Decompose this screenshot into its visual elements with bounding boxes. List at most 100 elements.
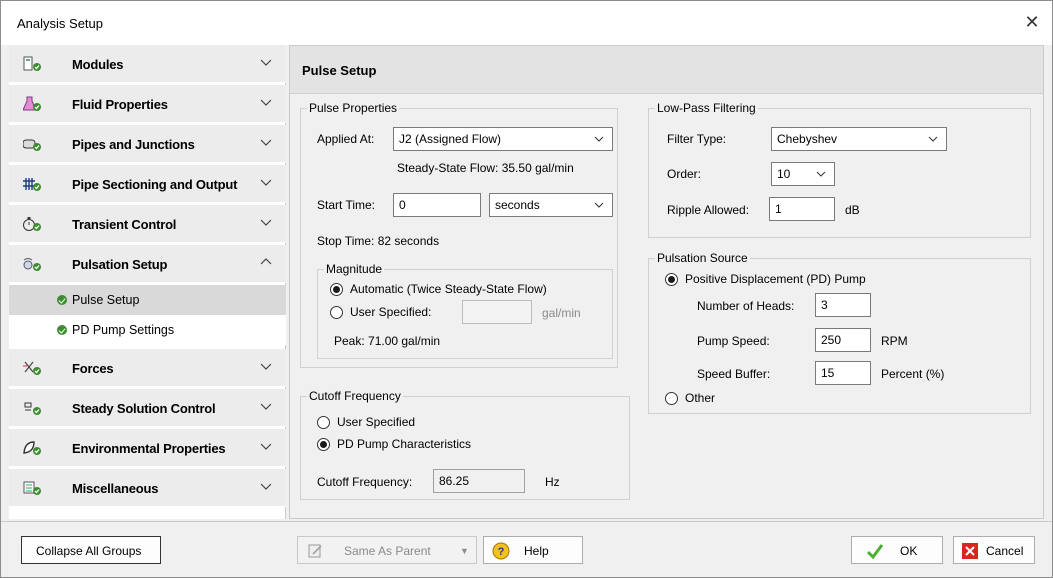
- magnitude-input[interactable]: [462, 300, 532, 324]
- sidebar-group-label: Pipes and Junctions: [72, 137, 195, 152]
- cutoff-frequency-unit: Hz: [545, 475, 560, 489]
- order-value: 10: [777, 167, 791, 181]
- sidebar-group-pulsation-setup[interactable]: Pulsation Setup: [9, 245, 286, 283]
- leaf-icon: [23, 441, 41, 455]
- sidebar-group-label: Fluid Properties: [72, 97, 168, 112]
- filter-type-select[interactable]: Chebyshev: [771, 127, 947, 151]
- forces-icon: [23, 361, 41, 375]
- checkmark-icon: [866, 544, 884, 560]
- analysis-setup-window: Analysis Setup ✕ Modules Fluid Propertie…: [0, 0, 1053, 578]
- user-specified-radio[interactable]: [330, 306, 343, 319]
- chevron-up-icon: [260, 258, 272, 265]
- filter-type-label: Filter Type:: [667, 132, 727, 146]
- help-icon: ?: [492, 542, 510, 560]
- chevron-down-icon: [260, 139, 272, 146]
- number-of-heads-input[interactable]: 3: [815, 293, 871, 317]
- pulsation-icon: [23, 258, 41, 271]
- edit-icon: [308, 544, 322, 558]
- chevron-down-icon: [260, 403, 272, 410]
- group-legend: Pulse Properties: [307, 101, 400, 115]
- pump-speed-label: Pump Speed:: [697, 334, 770, 348]
- ripple-unit: dB: [845, 203, 860, 217]
- group-legend: Low-Pass Filtering: [655, 101, 758, 115]
- order-select[interactable]: 10: [771, 162, 835, 186]
- grid-icon: [23, 178, 41, 191]
- other-radio[interactable]: [665, 392, 678, 405]
- pump-speed-input[interactable]: 250: [815, 328, 871, 352]
- group-legend: Pulsation Source: [655, 251, 750, 265]
- ripple-allowed-input[interactable]: 1: [769, 197, 835, 221]
- low-pass-filtering-group: Low-Pass Filtering Filter Type: Chebyshe…: [648, 101, 1031, 238]
- collapse-all-groups-button[interactable]: Collapse All Groups: [21, 536, 161, 564]
- check-icon: [57, 295, 67, 305]
- filter-type-value: Chebyshev: [777, 132, 838, 146]
- automatic-label: Automatic (Twice Steady-State Flow): [350, 282, 547, 296]
- group-legend: Cutoff Frequency: [307, 389, 403, 403]
- cancel-label: Cancel: [986, 544, 1024, 558]
- start-time-label: Start Time:: [317, 198, 376, 212]
- automatic-radio[interactable]: [330, 283, 343, 296]
- cancel-button[interactable]: Cancel: [953, 536, 1035, 564]
- help-label: Help: [524, 544, 549, 558]
- dropdown-arrow-icon: ▼: [460, 546, 469, 556]
- sidebar-group-miscellaneous[interactable]: Miscellaneous: [9, 469, 286, 507]
- sidebar-item-pd-pump-settings[interactable]: PD Pump Settings: [9, 315, 286, 345]
- cutoff-user-specified-radio[interactable]: [317, 416, 330, 429]
- user-specified-label: User Specified:: [350, 305, 432, 319]
- cutoff-user-specified-label: User Specified: [337, 415, 416, 429]
- check-icon: [57, 325, 67, 335]
- magnitude-unit: gal/min: [542, 306, 581, 320]
- applied-at-label: Applied At:: [317, 132, 375, 146]
- chevron-down-icon: [260, 483, 272, 490]
- cutoff-frequency-input[interactable]: 86.25: [433, 469, 525, 493]
- sidebar-group-label: Miscellaneous: [72, 481, 159, 496]
- panel-title: Pulse Setup: [302, 63, 377, 78]
- start-time-input[interactable]: 0: [393, 193, 481, 217]
- speed-buffer-input[interactable]: 15: [815, 361, 871, 385]
- close-icon[interactable]: ✕: [1020, 11, 1044, 35]
- start-time-unit-select[interactable]: seconds: [489, 193, 613, 217]
- same-as-parent-dropdown[interactable]: Same As Parent ▼: [297, 536, 477, 564]
- pd-pump-characteristics-radio[interactable]: [317, 438, 330, 451]
- pump-speed-unit: RPM: [881, 334, 908, 348]
- sidebar-item-pulse-setup[interactable]: Pulse Setup: [9, 285, 286, 315]
- collapse-all-groups-label: Collapse All Groups: [36, 544, 142, 558]
- solution-icon: [24, 402, 41, 415]
- ok-button[interactable]: OK: [851, 536, 943, 564]
- number-of-heads-label: Number of Heads:: [697, 299, 795, 313]
- title-bar: Analysis Setup ✕: [1, 1, 1052, 45]
- chevron-down-icon: [594, 202, 604, 208]
- chevron-down-icon: [260, 59, 272, 66]
- sidebar-group-pipe-sectioning[interactable]: Pipe Sectioning and Output: [9, 165, 286, 203]
- sidebar-group-pipes-and-junctions[interactable]: Pipes and Junctions: [9, 125, 286, 163]
- chevron-down-icon: [594, 136, 604, 142]
- sidebar-group-label: Pipe Sectioning and Output: [72, 177, 238, 192]
- chevron-down-icon: [260, 99, 272, 106]
- speed-buffer-unit: Percent (%): [881, 367, 945, 381]
- sidebar-group-modules[interactable]: Modules: [9, 45, 286, 83]
- stop-time: Stop Time: 82 seconds: [317, 234, 440, 248]
- applied-at-select[interactable]: J2 (Assigned Flow): [393, 127, 613, 151]
- sidebar-group-steady-solution[interactable]: Steady Solution Control: [9, 389, 286, 427]
- sidebar-group-fluid-properties[interactable]: Fluid Properties: [9, 85, 286, 123]
- magnitude-group: Magnitude Automatic (Twice Steady-State …: [317, 262, 613, 359]
- pd-pump-label: Positive Displacement (PD) Pump: [685, 272, 866, 286]
- pd-pump-radio[interactable]: [665, 273, 678, 286]
- sidebar-group-label: Modules: [72, 57, 124, 72]
- same-as-parent-label: Same As Parent: [344, 544, 431, 558]
- cancel-icon: [962, 543, 978, 559]
- misc-icon: [23, 481, 41, 495]
- sidebar-group-label: Transient Control: [72, 217, 177, 232]
- ripple-allowed-label: Ripple Allowed:: [667, 203, 750, 217]
- peak-value: Peak: 71.00 gal/min: [334, 334, 441, 348]
- sidebar-group-label: Environmental Properties: [72, 441, 226, 456]
- pulsation-source-group: Pulsation Source Positive Displacement (…: [648, 251, 1031, 414]
- window-title: Analysis Setup: [17, 16, 103, 31]
- sidebar-group-environmental[interactable]: Environmental Properties: [9, 429, 286, 467]
- sidebar-item-label: Pulse Setup: [72, 293, 140, 307]
- chevron-down-icon: [928, 136, 938, 142]
- help-button[interactable]: ? Help: [483, 536, 583, 564]
- sidebar-group-transient-control[interactable]: Transient Control: [9, 205, 286, 243]
- sidebar-group-forces[interactable]: Forces: [9, 349, 286, 387]
- chevron-down-icon: [260, 363, 272, 370]
